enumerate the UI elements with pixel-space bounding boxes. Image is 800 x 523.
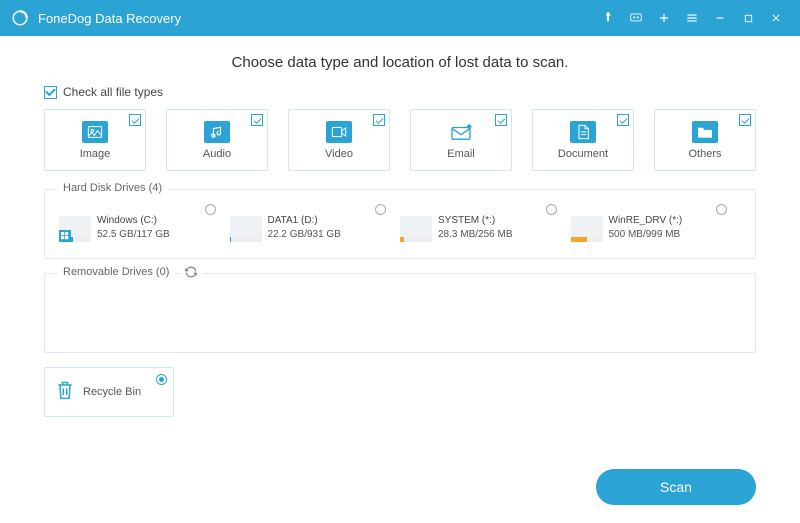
drive-name: DATA1 (D:) [268, 214, 341, 228]
drive-radio[interactable] [205, 204, 216, 215]
folder-icon [692, 121, 718, 143]
scan-button[interactable]: Scan [596, 469, 756, 505]
drive-icon [571, 216, 603, 242]
drive-item[interactable]: WinRE_DRV (*:) 500 MB/999 MB [571, 204, 742, 242]
hard-disk-title: Hard Disk Drives (4) [57, 182, 168, 194]
check-all-checkbox[interactable] [44, 86, 57, 99]
type-email-checkbox[interactable] [495, 114, 507, 126]
removable-section: Removable Drives (0) [44, 273, 756, 353]
drive-radio[interactable] [546, 204, 557, 215]
trash-icon [55, 379, 75, 406]
type-audio-label: Audio [203, 148, 231, 160]
type-email[interactable]: Email [410, 109, 512, 171]
drive-name: SYSTEM (*:) [438, 214, 512, 228]
app-title: FoneDog Data Recovery [38, 11, 594, 26]
check-all-label: Check all file types [63, 85, 163, 99]
drive-info: SYSTEM (*:) 28.3 MB/256 MB [438, 214, 512, 242]
type-image-label: Image [80, 148, 111, 160]
menu-icon[interactable] [678, 0, 706, 36]
type-others-checkbox[interactable] [739, 114, 751, 126]
drive-name: WinRE_DRV (*:) [609, 214, 683, 228]
drive-name: Windows (C:) [97, 214, 170, 228]
recycle-radio[interactable] [156, 374, 167, 385]
email-icon [448, 121, 474, 143]
drive-icon [400, 216, 432, 242]
close-icon[interactable] [762, 0, 790, 36]
drive-info: WinRE_DRV (*:) 500 MB/999 MB [609, 214, 683, 242]
drive-radio[interactable] [716, 204, 727, 215]
recycle-bin-card[interactable]: Recycle Bin [44, 367, 174, 417]
type-image[interactable]: Image [44, 109, 146, 171]
drive-icon [59, 216, 91, 242]
page-heading: Choose data type and location of lost da… [44, 54, 756, 71]
document-icon [570, 121, 596, 143]
refresh-icon[interactable] [180, 265, 202, 284]
minimize-icon[interactable] [706, 0, 734, 36]
app-logo-icon [10, 8, 30, 28]
drive-size: 52.5 GB/117 GB [97, 228, 170, 242]
facebook-icon[interactable] [594, 0, 622, 36]
drive-size: 28.3 MB/256 MB [438, 228, 512, 242]
drive-item[interactable]: SYSTEM (*:) 28.3 MB/256 MB [400, 204, 571, 242]
audio-icon [204, 121, 230, 143]
type-audio[interactable]: Audio [166, 109, 268, 171]
type-audio-checkbox[interactable] [251, 114, 263, 126]
type-document-label: Document [558, 148, 608, 160]
drive-size: 22.2 GB/931 GB [268, 228, 341, 242]
maximize-icon[interactable] [734, 0, 762, 36]
type-email-label: Email [447, 148, 475, 160]
type-others[interactable]: Others [654, 109, 756, 171]
feedback-icon[interactable] [622, 0, 650, 36]
check-all-row[interactable]: Check all file types [44, 85, 756, 99]
drive-icon [230, 216, 262, 242]
plus-icon[interactable] [650, 0, 678, 36]
type-document-checkbox[interactable] [617, 114, 629, 126]
removable-title: Removable Drives (0) [57, 266, 175, 278]
drive-item[interactable]: Windows (C:) 52.5 GB/117 GB [59, 204, 230, 242]
type-document[interactable]: Document [532, 109, 634, 171]
scan-button-label: Scan [660, 479, 692, 495]
type-video[interactable]: Video [288, 109, 390, 171]
type-video-label: Video [325, 148, 353, 160]
drive-size: 500 MB/999 MB [609, 228, 683, 242]
drive-info: DATA1 (D:) 22.2 GB/931 GB [268, 214, 341, 242]
type-others-label: Others [688, 148, 721, 160]
hard-disk-section: Hard Disk Drives (4) Windows (C:) 52.5 G… [44, 189, 756, 259]
type-image-checkbox[interactable] [129, 114, 141, 126]
file-type-row: Image Audio Video Email Document Others [44, 109, 756, 171]
drive-item[interactable]: DATA1 (D:) 22.2 GB/931 GB [230, 204, 401, 242]
drive-radio[interactable] [375, 204, 386, 215]
drive-info: Windows (C:) 52.5 GB/117 GB [97, 214, 170, 242]
type-video-checkbox[interactable] [373, 114, 385, 126]
recycle-label: Recycle Bin [83, 386, 141, 398]
video-icon [326, 121, 352, 143]
image-icon [82, 121, 108, 143]
titlebar: FoneDog Data Recovery [0, 0, 800, 36]
